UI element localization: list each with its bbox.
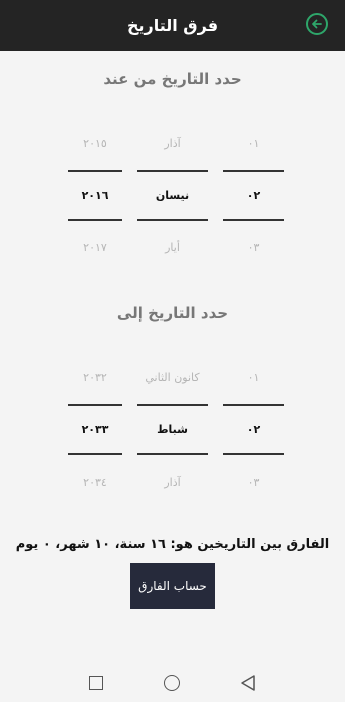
to-month-next[interactable]: آذار [137,476,208,489]
from-year-picker[interactable]: ٢٠١٥ ٢٠١٦ ٢٠١٧ [68,120,122,270]
to-day-prev[interactable]: ٠١ [223,371,284,384]
page-title: فرق التاريخ [126,16,219,35]
circle-icon[interactable] [164,675,180,691]
to-year-picker[interactable]: ٢٠٣٢ ٢٠٣٣ ٢٠٣٤ [68,355,122,505]
from-day-line-top [223,170,284,172]
from-month-selected[interactable]: نيسان [137,189,208,202]
to-day-next[interactable]: ٠٣ [223,476,284,489]
from-month-line-top [137,170,208,172]
from-day-picker[interactable]: ٠١ ٠٢ ٠٣ [223,120,284,270]
from-month-next[interactable]: أيار [137,241,208,254]
from-day-next[interactable]: ٠٣ [223,241,284,254]
to-day-line-top [223,404,284,406]
to-year-line-bottom [68,453,122,455]
to-month-selected[interactable]: شباط [137,423,208,436]
to-month-prev[interactable]: كانون الثاني [137,371,208,384]
from-year-next[interactable]: ٢٠١٧ [68,241,122,254]
to-month-line-bottom [137,453,208,455]
to-year-line-top [68,404,122,406]
system-nav-bar [0,660,345,702]
to-day-picker[interactable]: ٠١ ٠٢ ٠٣ [223,355,284,505]
to-month-picker[interactable]: كانون الثاني شباط آذار [137,355,208,505]
to-day-line-bottom [223,453,284,455]
to-year-next[interactable]: ٢٠٣٤ [68,476,122,489]
from-day-selected[interactable]: ٠٢ [223,189,284,202]
calculate-difference-button[interactable]: حساب الفارق [130,563,215,609]
app-bar: فرق التاريخ [0,0,345,51]
from-month-picker[interactable]: آذار نيسان أيار [137,120,208,270]
from-day-prev[interactable]: ٠١ [223,137,284,150]
to-year-prev[interactable]: ٢٠٣٢ [68,371,122,384]
from-year-prev[interactable]: ٢٠١٥ [68,137,122,150]
to-section-title: حدد التاريخ إلى [116,304,229,322]
triangle-back-icon[interactable] [240,674,256,692]
from-year-line-top [68,170,122,172]
calculate-button-label: حساب الفارق [138,579,207,593]
from-year-selected[interactable]: ٢٠١٦ [68,189,122,202]
from-month-prev[interactable]: آذار [137,137,208,150]
to-year-selected[interactable]: ٢٠٣٣ [68,423,122,436]
from-month-line-bottom [137,219,208,221]
from-year-line-bottom [68,219,122,221]
from-section-title: حدد التاريخ من عند [103,70,242,88]
result-text: الفارق بين التاريخين هو: ١٦ سنة، ١٠ شهر،… [15,537,330,552]
from-day-line-bottom [223,219,284,221]
square-icon[interactable] [89,676,103,690]
to-day-selected[interactable]: ٠٢ [223,423,284,436]
to-month-line-top [137,404,208,406]
